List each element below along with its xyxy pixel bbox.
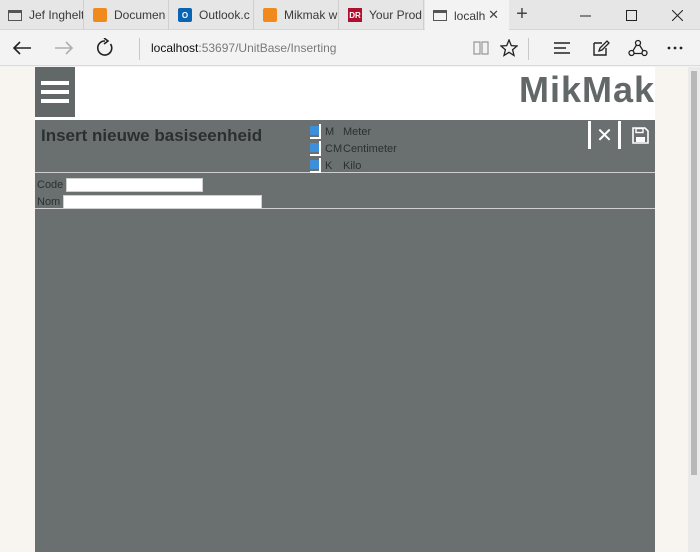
unit-code: M — [325, 125, 335, 138]
orange-app-icon — [93, 8, 107, 22]
checkbox-fill — [310, 160, 319, 169]
code-row: Code — [37, 177, 204, 193]
menu-bar — [41, 90, 69, 94]
unit-item[interactable]: K Kilo — [310, 157, 361, 174]
unit-checkbox[interactable] — [310, 141, 321, 156]
unit-checkbox[interactable] — [310, 158, 321, 173]
minimize-icon — [579, 15, 591, 16]
forward-arrow-icon — [55, 41, 74, 55]
url-host: localhost — [151, 41, 199, 55]
checkbox-fill — [310, 126, 319, 135]
tab-title: Your Prod — [369, 8, 422, 22]
close-icon — [671, 9, 683, 21]
refresh-icon — [97, 38, 113, 56]
close-icon: ✕ — [596, 124, 613, 147]
unit-name: Centimeter — [343, 142, 397, 155]
unit-checkbox[interactable] — [310, 124, 321, 139]
tab-your-products[interactable]: DR Your Prod — [340, 0, 424, 30]
unit-item[interactable]: M Meter — [310, 123, 371, 140]
page-icon — [433, 10, 447, 21]
save-button[interactable] — [627, 121, 653, 149]
app-container: MikMak Insert nieuwe basiseenheid M Mete… — [35, 67, 655, 552]
brand-logo: MikMak — [518, 69, 655, 110]
tab-title: Jef Inghelt — [29, 8, 84, 22]
close-window-button[interactable] — [654, 0, 700, 30]
reading-view-button[interactable] — [469, 37, 493, 59]
code-input[interactable] — [66, 178, 204, 192]
url-path: :53697/UnitBase/Inserting — [198, 41, 337, 55]
back-arrow-icon — [12, 41, 31, 55]
address-toolbar: localhost:53697/UnitBase/Inserting — [0, 31, 700, 66]
minimize-button[interactable] — [562, 0, 608, 30]
vertical-scrollbar[interactable] — [688, 67, 700, 552]
checkbox-fill — [310, 143, 319, 152]
unit-item[interactable]: CM Centimeter — [310, 140, 397, 157]
page-icon — [8, 9, 22, 21]
unit-code: K — [325, 159, 333, 172]
insert-form: Code Nom — [35, 174, 655, 209]
page-viewport: MikMak Insert nieuwe basiseenheid M Mete… — [0, 67, 688, 552]
reading-view-icon — [473, 41, 489, 55]
maximize-button[interactable] — [608, 0, 654, 30]
unit-code: CM — [325, 142, 343, 155]
hub-button[interactable] — [550, 37, 574, 59]
cancel-button[interactable]: ✕ — [588, 121, 621, 149]
tab-jef-inghelt[interactable]: Jef Inghelt — [0, 0, 84, 30]
menu-button[interactable] — [35, 67, 75, 117]
tab-title: Documen — [114, 8, 166, 22]
menu-bar — [41, 99, 69, 103]
tab-title: localh — [454, 8, 486, 23]
tab-title: Outlook.c — [199, 8, 250, 22]
outlook-icon: O — [178, 8, 192, 22]
tab-documents[interactable]: Documen — [85, 0, 169, 30]
page-toolbar: Insert nieuwe basiseenheid M Meter CM Ce… — [35, 121, 655, 173]
dr-icon: DR — [348, 8, 362, 22]
refresh-button[interactable] — [92, 37, 118, 59]
tab-mikmak[interactable]: Mikmak w — [255, 0, 339, 30]
scrollbar-thumb[interactable] — [691, 71, 697, 475]
name-label: Nom — [37, 196, 61, 208]
unit-list: M Meter CM Centimeter K Kilo — [310, 123, 397, 174]
unit-name: Meter — [343, 125, 372, 138]
tab-outlook[interactable]: O Outlook.c — [170, 0, 254, 30]
name-input[interactable] — [63, 195, 263, 209]
menu-bar — [41, 81, 69, 85]
more-button[interactable] — [663, 37, 687, 59]
hub-icon — [554, 42, 570, 54]
save-icon — [631, 126, 649, 144]
star-icon — [500, 39, 518, 57]
code-label: Code — [37, 179, 64, 191]
tab-title: Mikmak w — [284, 8, 338, 22]
tab-localhost[interactable]: localh ✕ — [425, 0, 509, 31]
maximize-icon — [625, 9, 637, 21]
forward-button[interactable] — [51, 37, 77, 59]
share-button[interactable] — [626, 37, 650, 59]
more-dots-icon — [667, 46, 683, 50]
back-button[interactable] — [9, 37, 35, 59]
tab-strip: Jef Inghelt Documen O Outlook.c Mikmak w… — [0, 0, 700, 31]
orange-app-icon — [263, 8, 277, 22]
name-row: Nom — [37, 194, 263, 210]
separator — [139, 38, 140, 60]
address-field[interactable]: localhost:53697/UnitBase/Inserting — [151, 41, 336, 55]
web-note-icon — [593, 40, 610, 56]
unit-name: Kilo — [343, 159, 362, 172]
favorite-button[interactable] — [497, 37, 521, 59]
share-icon — [628, 39, 648, 57]
close-tab-icon[interactable]: ✕ — [488, 7, 499, 23]
page-title: Insert nieuwe basiseenheid — [41, 126, 263, 145]
web-note-button[interactable] — [589, 37, 613, 59]
new-tab-button[interactable]: + — [511, 3, 533, 25]
separator — [528, 38, 529, 60]
app-header: MikMak — [35, 67, 655, 120]
